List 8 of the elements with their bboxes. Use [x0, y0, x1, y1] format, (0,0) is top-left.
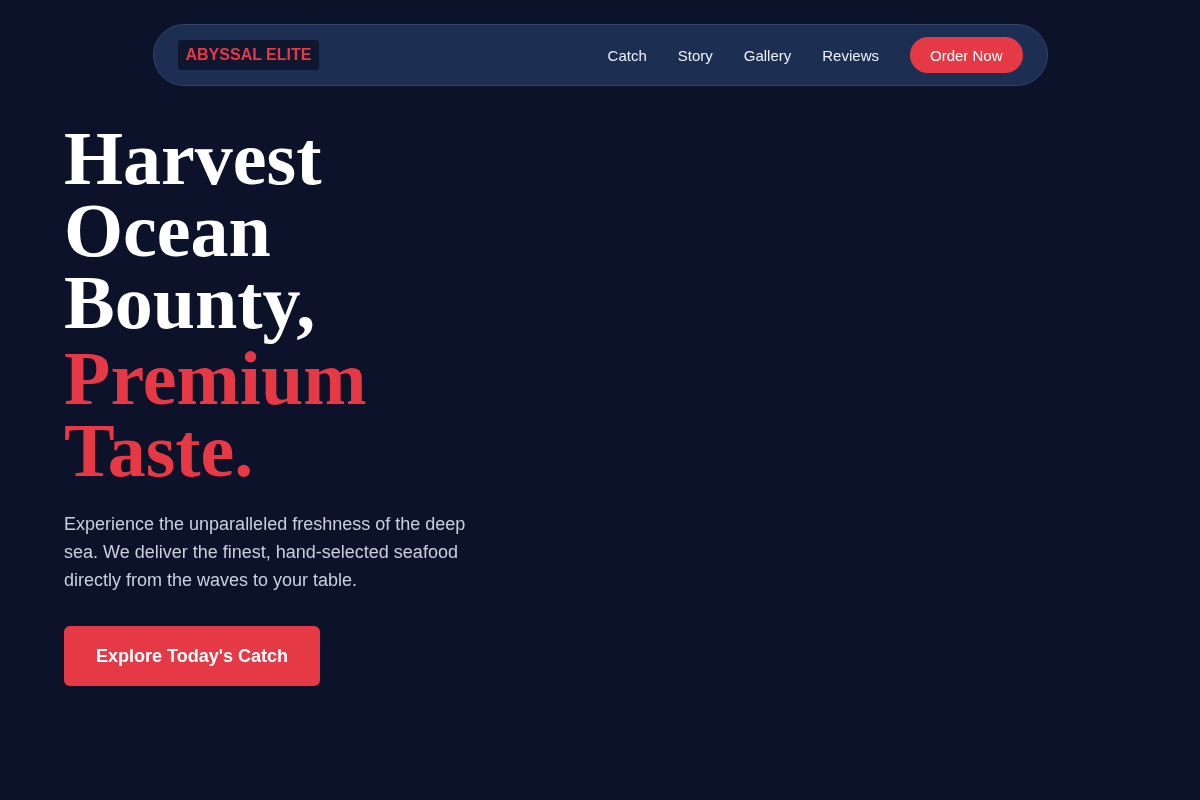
logo[interactable]: ABYSSAL ELITE	[177, 40, 320, 70]
nav-link[interactable]: Story	[677, 46, 713, 64]
hero-description: Experience the unparalleled freshness of the deep sea. We deliver the finest, hand-selected seafood directly from the waves to your table.	[64, 513, 467, 592]
explore-button[interactable]: Explore Today's Catch	[64, 626, 320, 686]
nav-link[interactable]: Gallery	[743, 46, 792, 64]
nav-link[interactable]: Catch	[607, 46, 647, 64]
nav-link[interactable]: Reviews	[822, 46, 879, 64]
order-now-button[interactable]: Order Now	[909, 37, 1023, 73]
